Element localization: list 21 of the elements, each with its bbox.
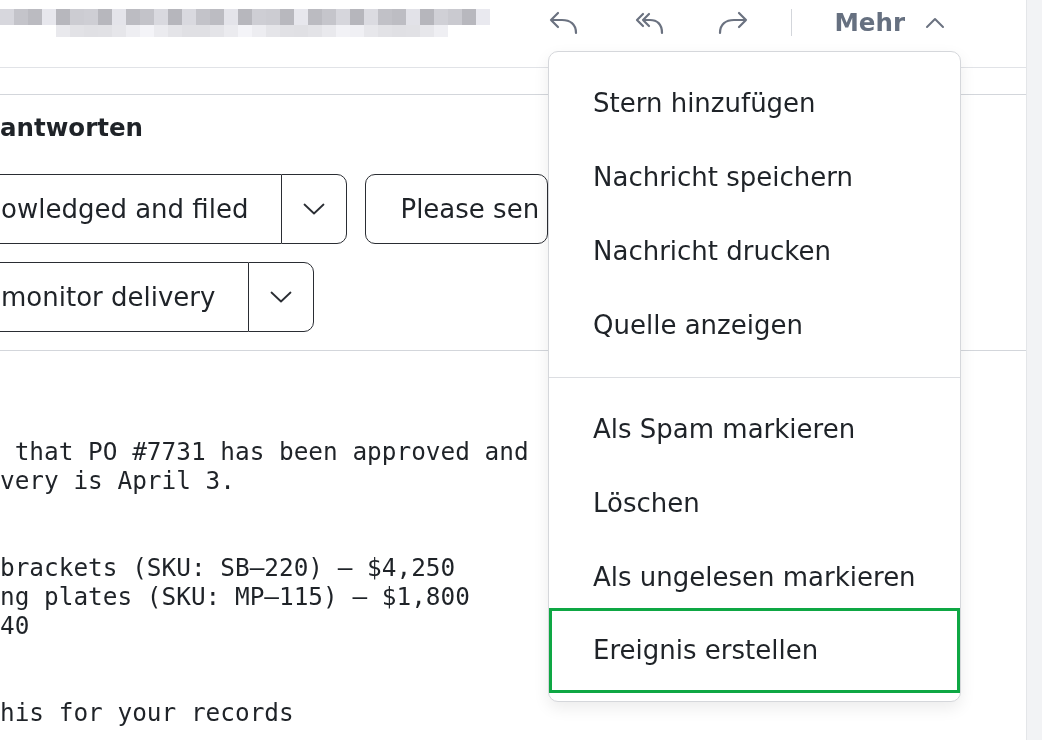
section-heading: antworten xyxy=(0,112,143,144)
quick-reply-button[interactable]: owledged and filed xyxy=(0,174,282,244)
menu-item[interactable]: Als Spam markieren xyxy=(549,391,960,466)
reply-all-icon[interactable] xyxy=(633,10,664,35)
chevron-down-icon xyxy=(303,203,326,215)
menu-item[interactable]: Stern hinzufügen xyxy=(549,65,960,140)
message-text: that PO #7731 has been approved and very is April 3. xyxy=(0,437,529,495)
menu-item[interactable]: Nachricht drucken xyxy=(549,213,960,288)
quick-reply-button[interactable]: monitor delivery xyxy=(0,262,249,332)
message-text: his for your records xyxy=(0,698,294,727)
message-text: brackets (SKU: SB–220) — $4,250 ng plates (SKU: MP–115) — $1,800 40 xyxy=(0,553,470,640)
menu-item[interactable]: Quelle anzeigen xyxy=(549,287,960,362)
forward-icon[interactable] xyxy=(717,10,750,35)
reply-icon[interactable] xyxy=(547,10,578,35)
dropdown-button[interactable] xyxy=(281,174,348,244)
menu-item[interactable]: Nachricht speichern xyxy=(549,139,960,214)
more-button[interactable]: Mehr xyxy=(834,8,945,37)
chevron-down-icon xyxy=(270,291,293,303)
menu-item[interactable]: Löschen xyxy=(549,465,960,540)
dropdown-button[interactable] xyxy=(248,262,315,332)
quick-reply-button[interactable]: Please sen xyxy=(365,174,548,244)
